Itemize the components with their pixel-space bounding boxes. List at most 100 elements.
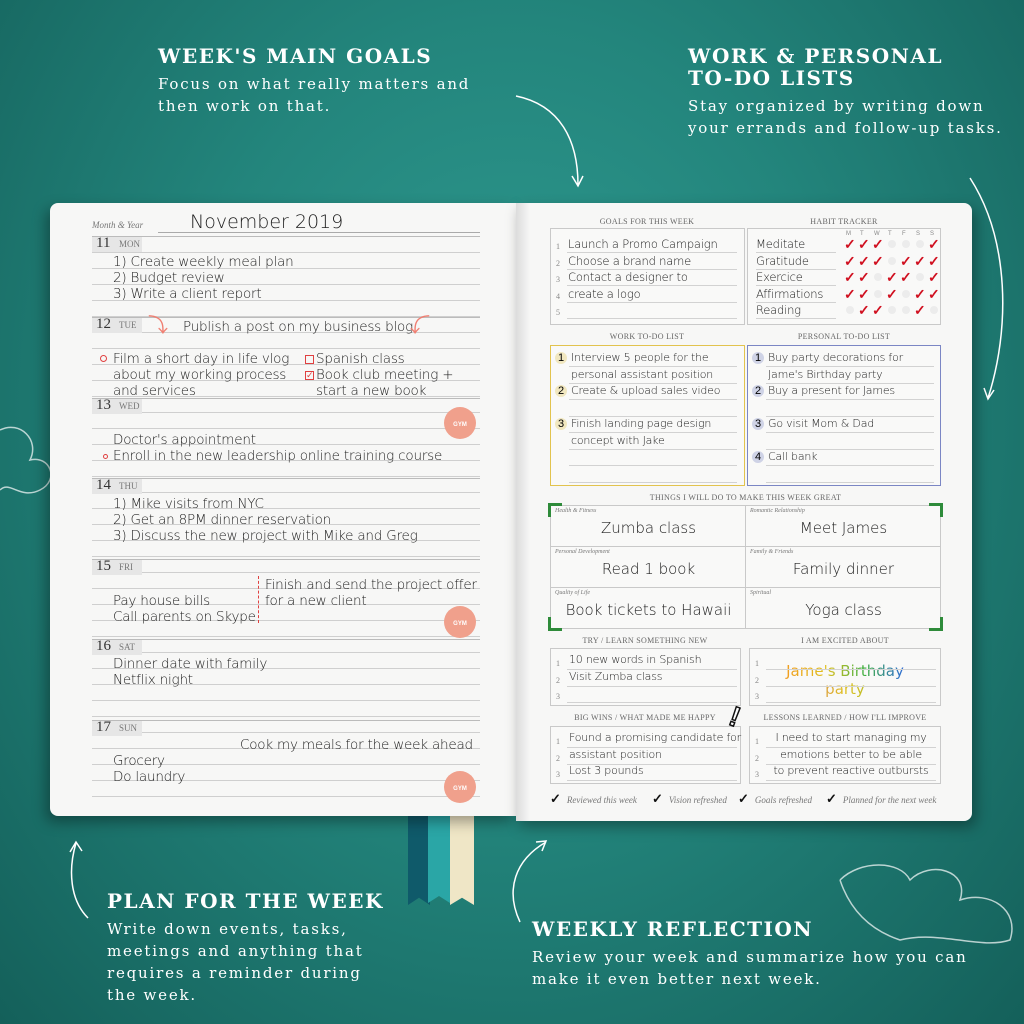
todo-item: concept with Jake [571,433,665,447]
habit-empty-cell [902,240,910,248]
rule-line [766,448,934,450]
great-cell: Family & Friends Family dinner [746,547,941,588]
todo-item: personal assistant position [571,367,713,381]
todo-item: Jame's Birthday party [768,367,883,381]
ribbon-bookmark-cream [450,815,474,905]
try-learn-box: 1 10 new words in Spanish 2 Visit Zumba cla… [550,648,741,706]
todo-number: 1 [555,352,571,364]
great-cell: Personal Development Read 1 book [551,547,746,588]
goal-number: 4 [556,291,560,301]
footer-check-vision[interactable]: ✓ Vision refreshed [652,791,727,807]
great-cell-value: Meet James [799,519,888,537]
habit-empty-cell [930,306,938,314]
weekly-planner-right-page: GOALS FOR THIS WEEK 1 Launch a Promo Camp… [516,203,972,821]
todo-number: 2 [555,385,571,397]
habit-name: Gratitude [756,253,809,268]
corner-bracket-icon [929,617,943,631]
ribbon-bookmark-teal [428,815,450,903]
weekly-planner-left-page: Month & Year November 2019 11 MON 12 TUE 1… [50,203,516,816]
habit-name: Exercice [756,270,803,284]
habit-check-icon: ✓ [872,252,884,269]
work-todo-box: 1 Interview 5 people for the personal assi… [550,345,745,486]
line-number: 2 [556,675,560,685]
arrow-icon [512,840,548,923]
great-cell-label: Personal Development [555,549,610,555]
habit-check-icon: ✓ [872,236,884,252]
checkmark-icon: ✓ [652,791,663,806]
habit-empty-cell [916,273,924,281]
gym-dumbbell-icon: GYM [444,407,476,439]
todo-item: Buy party decorations for [768,351,903,364]
reflection-item: I need to start managing my [775,731,927,744]
rule-line [766,780,936,781]
reflection-item: 10 new words in Spanish [569,653,702,666]
bullet-icon [100,355,107,362]
entry: Cook my meals for the week ahead [240,737,473,753]
rule-line [569,399,737,400]
footer-check-goals[interactable]: ✓ Goals refreshed [738,791,812,807]
entry: start a new book [316,383,427,399]
todo-item: Finish landing page design [571,417,712,430]
great-cell-label: Quality of Life [555,590,590,596]
line-number: 1 [755,659,759,668]
entry: 3) Write a client report [113,286,262,302]
day-header-wed: 13 WED [92,397,480,414]
divider [258,576,259,623]
line-number: 3 [556,692,560,701]
habit-check-icon: ✓ [928,236,940,252]
goal-number: 1 [556,242,560,251]
line-number: 1 [755,737,759,746]
reflection-item: Visit Zumba class [569,669,663,683]
todo-item: Create & upload sales video [571,384,721,397]
footer-check-reviewed[interactable]: ✓ Reviewed this week [550,791,637,807]
month-year-value: November 2019 [190,211,344,233]
habit-check-icon: ✓ [858,302,870,318]
habit-check-icon: ✓ [928,269,940,285]
habit-empty-cell [902,306,910,314]
habit-day-label: T [888,231,892,237]
habit-empty-cell [874,289,882,298]
entry: for a new client [265,593,367,609]
reflection-item: emotions better to be able [780,747,922,761]
goal-item: create a logo [568,286,641,301]
habit-check-icon: ✓ [844,269,856,285]
gym-dumbbell-icon: GYM [444,606,476,638]
section-title: PERSONAL TO-DO LIST [797,332,891,341]
rule-line [569,448,737,450]
rule-line [569,465,737,466]
day-header-sun: 17 SUN [92,719,480,736]
corner-bracket-icon [929,503,943,517]
great-cell-value: Read 1 book [601,560,696,578]
rule-line [766,465,934,466]
week-great-grid: Health & Fitness Zumba class Romantic Rela… [548,503,943,631]
entry: Finish and send the project offer [265,577,477,593]
habit-check-icon: ✓ [928,252,940,269]
goal-item: Choose a brand name [568,253,691,268]
section-title: HABIT TRACKER [810,217,878,226]
todo-number: 3 [752,418,768,430]
checkbox-unchecked[interactable] [305,355,314,364]
todo-item: Call bank [768,450,818,463]
rule-line [766,432,934,433]
todo-item: Buy a present for James [768,384,895,397]
reflection-item: assistant position [569,747,662,761]
habit-check-icon: ✓ [858,269,870,285]
ribbon-bookmark-dark [408,815,430,905]
habit-check-icon: ✓ [858,252,870,269]
todo-item: Go visit Mom & Dad [768,417,875,430]
line-number: 2 [755,675,759,685]
habit-empty-cell [888,306,896,314]
rule-line [567,301,737,303]
checkbox-checked[interactable]: ✓ [305,371,314,380]
habit-name: Affirmations [756,286,824,301]
footer-check-planned[interactable]: ✓ Planned for the next week [826,791,936,807]
entry: about my working process [113,367,287,383]
habit-check-icon: ✓ [914,252,926,269]
todo-number: 1 [752,352,768,364]
goals-box: 1 Launch a Promo Campaign 2 Choose a brand … [550,228,745,325]
habit-check-icon: ✓ [844,252,856,269]
rule-line [567,702,737,703]
corner-bracket-icon [548,503,562,517]
arrow-icon [69,840,89,919]
excited-item-rainbow: Jame's Birthday [750,662,940,680]
